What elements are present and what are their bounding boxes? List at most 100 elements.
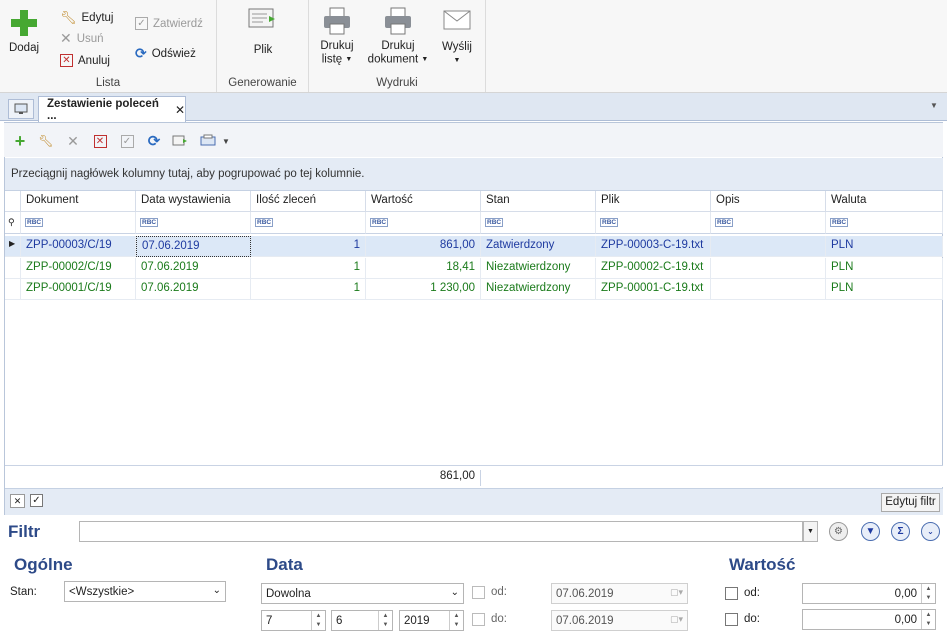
zatwierdz-button[interactable]: ✓ Zatwierdź: [135, 14, 203, 33]
dodaj-button[interactable]: Dodaj: [6, 8, 42, 55]
printer-icon: [324, 7, 350, 35]
value-od-input[interactable]: 0,00 ▲ ▼: [802, 583, 936, 604]
cell-opis[interactable]: [711, 279, 826, 300]
column-header-dokument[interactable]: Dokument: [21, 191, 136, 212]
wyslij-button[interactable]: Wyślij ▼: [437, 8, 477, 67]
date-do-input[interactable]: 07.06.2019 ▢▾: [551, 610, 688, 631]
plik-button[interactable]: Plik: [243, 6, 283, 57]
spinner-arrows-icon[interactable]: ▲ ▼: [311, 611, 325, 630]
cell-plik[interactable]: ZPP-00001-C-19.txt: [596, 279, 711, 300]
generate-file-icon[interactable]: [172, 133, 188, 149]
wrench-icon[interactable]: 🔧︎: [38, 133, 54, 149]
cell-wartosc[interactable]: 1 230,00: [366, 279, 481, 300]
text-filter-icon: RBC: [140, 218, 159, 227]
value-do-input[interactable]: 0,00 ▲ ▼: [802, 609, 936, 630]
cell-opis[interactable]: [711, 258, 826, 279]
cell-data[interactable]: 07.06.2019: [136, 258, 251, 279]
cell-stan[interactable]: Zatwierdzony: [481, 236, 596, 257]
spinner-arrows-icon[interactable]: ▲ ▼: [449, 611, 463, 630]
filter-cell-stan[interactable]: RBC: [481, 212, 596, 234]
anuluj-button[interactable]: ✕ Anuluj: [60, 51, 110, 70]
anuluj-label: Anuluj: [78, 54, 110, 67]
spinner-arrows-icon[interactable]: ▲ ▼: [378, 611, 392, 630]
value-od-checkbox[interactable]: [725, 587, 738, 600]
drukuj-dokument-button[interactable]: Drukuj dokument ▼: [365, 6, 431, 67]
column-header-waluta[interactable]: Waluta: [826, 191, 943, 212]
cell-opis[interactable]: [711, 236, 826, 257]
value-do-checkbox[interactable]: [725, 613, 738, 626]
column-header-opis[interactable]: Opis: [711, 191, 826, 212]
add-icon[interactable]: +: [12, 131, 28, 151]
date-range-select[interactable]: Dowolna ⌄: [261, 583, 464, 604]
cell-data[interactable]: 07.06.2019: [136, 279, 251, 300]
filter-dropdown-arrow-icon[interactable]: ▼: [803, 521, 818, 542]
filter-cell-ilosc[interactable]: RBC: [251, 212, 366, 234]
cell-dokument[interactable]: ZPP-00001/C/19: [21, 279, 136, 300]
cell-waluta[interactable]: PLN: [826, 279, 943, 300]
value-do-label: do:: [744, 613, 760, 625]
summary-wartosc: 861,00: [366, 470, 481, 486]
group-by-panel[interactable]: Przeciągnij nagłówek kolumny tutaj, aby …: [5, 158, 943, 191]
cell-plik[interactable]: ZPP-00003-C-19.txt: [596, 236, 711, 257]
expand-chevron-icon[interactable]: ⌄: [921, 522, 940, 541]
column-header-wartosc[interactable]: Wartość: [366, 191, 481, 212]
cell-stan[interactable]: Niezatwierdzony: [481, 258, 596, 279]
refresh-icon[interactable]: ⟳: [146, 133, 162, 150]
gear-icon[interactable]: ⚙: [829, 522, 848, 541]
cell-ilosc[interactable]: 1: [251, 258, 366, 279]
cell-stan[interactable]: Niezatwierdzony: [481, 279, 596, 300]
filter-cell-plik[interactable]: RBC: [596, 212, 711, 234]
year-spinner[interactable]: 2019 ▲ ▼: [399, 610, 464, 631]
sigma-icon[interactable]: Σ: [891, 522, 910, 541]
cell-dokument[interactable]: ZPP-00003/C/19: [21, 236, 136, 257]
spinner-arrows-icon[interactable]: ▲ ▼: [921, 584, 935, 603]
tab-zestawienie[interactable]: Zestawienie poleceń ... ✕: [38, 96, 186, 122]
filter-cell-opis[interactable]: RBC: [711, 212, 826, 234]
tab-menu-arrow-icon[interactable]: ▼: [930, 101, 938, 110]
filter-cell-data[interactable]: RBC: [136, 212, 251, 234]
date-range-value: Dowolna: [266, 587, 311, 600]
cell-wartosc[interactable]: 18,41: [366, 258, 481, 279]
cell-plik[interactable]: ZPP-00002-C-19.txt: [596, 258, 711, 279]
column-header-plik[interactable]: Plik: [596, 191, 711, 212]
cell-wartosc[interactable]: 861,00: [366, 236, 481, 257]
funnel-icon[interactable]: ▼: [861, 522, 880, 541]
close-icon[interactable]: ✕: [175, 103, 185, 117]
filter-expression-input[interactable]: [79, 521, 803, 542]
cell-ilosc[interactable]: 1: [251, 279, 366, 300]
delete-x-icon[interactable]: ✕: [65, 133, 81, 149]
column-header-ilosc-zlecen[interactable]: Ilość zleceń: [251, 191, 366, 212]
clear-filter-button[interactable]: ✕: [10, 494, 25, 508]
day-value: 7: [266, 614, 273, 627]
stan-select[interactable]: <Wszystkie> ⌄: [64, 581, 226, 602]
filter-enabled-checkbox[interactable]: ✓: [30, 494, 43, 507]
filter-cell-waluta[interactable]: RBC: [826, 212, 943, 234]
drukuj-liste-button[interactable]: Drukuj listę ▼: [317, 6, 357, 67]
cell-waluta[interactable]: PLN: [826, 258, 943, 279]
approve-icon[interactable]: ✓: [119, 133, 135, 149]
day-spinner[interactable]: 7 ▲ ▼: [261, 610, 326, 631]
spinner-arrows-icon[interactable]: ▲ ▼: [921, 610, 935, 629]
date-do-checkbox[interactable]: [472, 613, 485, 626]
cell-waluta[interactable]: PLN: [826, 236, 943, 257]
cell-data[interactable]: 07.06.2019: [136, 236, 251, 257]
filter-cell-wartosc[interactable]: RBC: [366, 212, 481, 234]
odswiez-button[interactable]: ⟳ Odśwież: [135, 44, 196, 63]
month-spinner[interactable]: 6 ▲ ▼: [331, 610, 393, 631]
cancel-box-icon[interactable]: ✕: [92, 133, 108, 149]
date-od-input[interactable]: 07.06.2019 ▢▾: [551, 583, 688, 604]
section-ogolne: Ogólne: [14, 555, 73, 574]
filter-cell-dokument[interactable]: RBC: [21, 212, 136, 234]
usun-button[interactable]: ✕ Usuń: [60, 29, 104, 48]
cell-ilosc[interactable]: 1: [251, 236, 366, 257]
edit-filter-button[interactable]: Edytuj filtr: [881, 493, 940, 512]
value-od-label: od:: [744, 587, 760, 599]
desktop-tab-button[interactable]: [8, 99, 34, 119]
column-header-data-wystawienia[interactable]: Data wystawienia: [136, 191, 251, 212]
date-od-checkbox[interactable]: [472, 586, 485, 599]
edytuj-button[interactable]: 🔧︎ Edytuj: [60, 8, 113, 27]
date-od-value: 07.06.2019: [556, 587, 614, 600]
cell-dokument[interactable]: ZPP-00002/C/19: [21, 258, 136, 279]
print-dropdown-icon[interactable]: ▼: [200, 133, 234, 149]
column-header-stan[interactable]: Stan: [481, 191, 596, 212]
